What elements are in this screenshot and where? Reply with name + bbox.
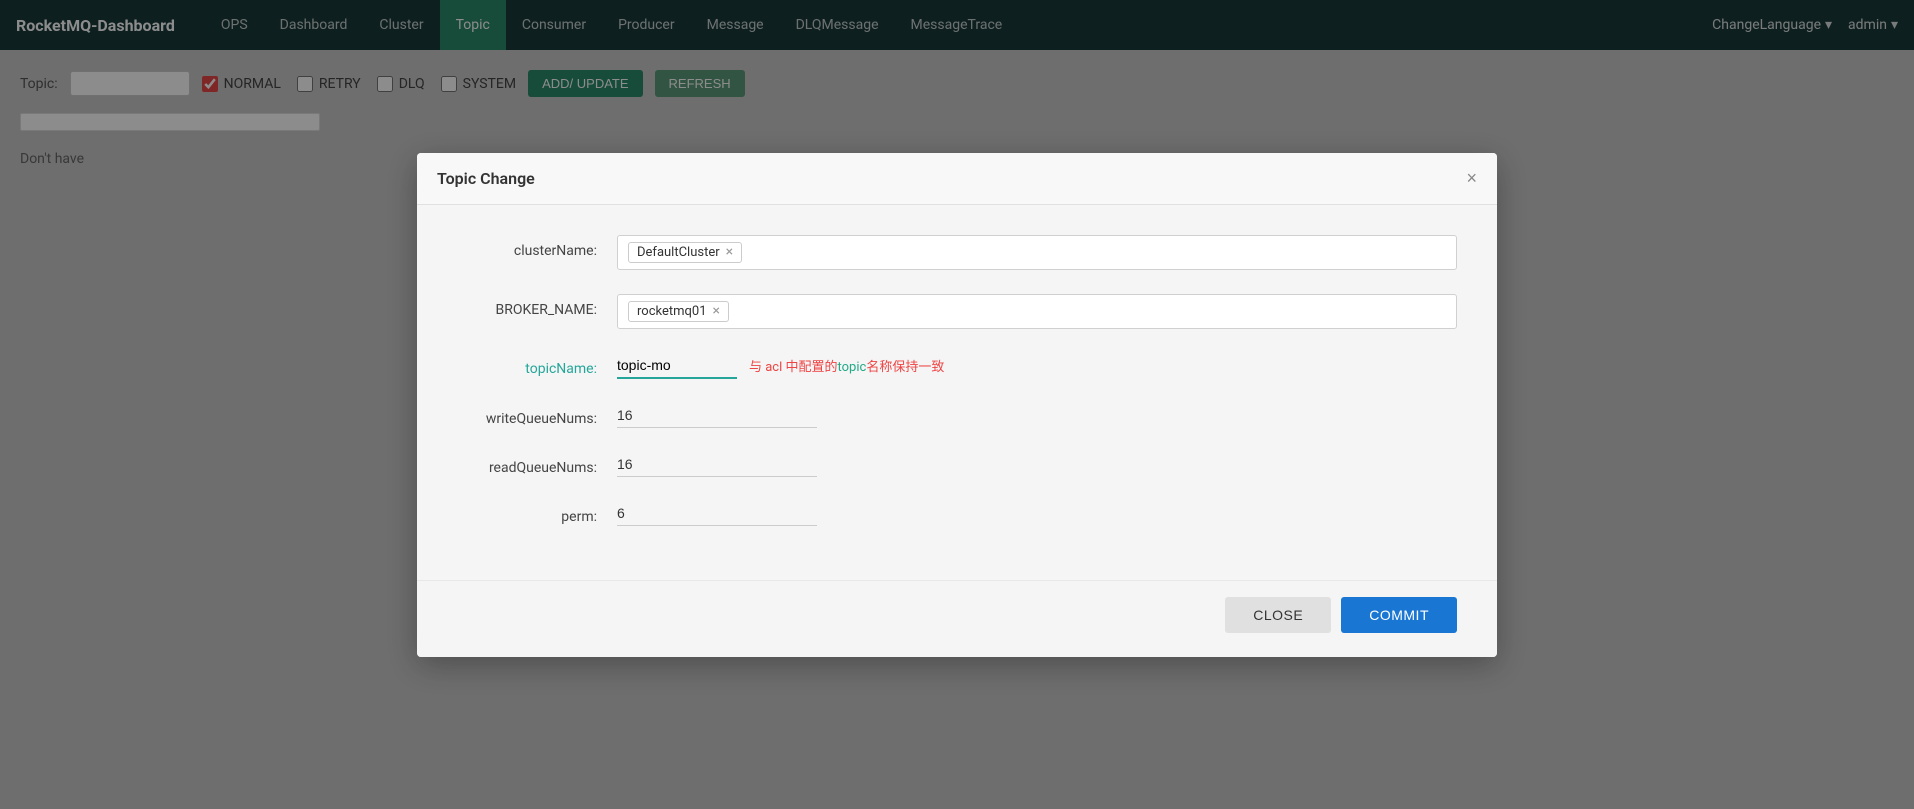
read-queue-input[interactable] — [617, 452, 817, 477]
modal-overlay[interactable]: Topic Change × clusterName: DefaultClust… — [0, 0, 1914, 809]
cluster-name-tag-input[interactable]: DefaultCluster × — [617, 235, 1457, 270]
read-queue-wrap — [617, 452, 1457, 477]
perm-input[interactable] — [617, 501, 817, 526]
modal-header: Topic Change × — [417, 153, 1497, 205]
cluster-name-wrap: DefaultCluster × — [617, 235, 1457, 270]
perm-label: perm: — [457, 501, 617, 525]
topic-name-label: topicName: — [457, 353, 617, 377]
modal-close-x-button[interactable]: × — [1466, 169, 1477, 187]
modal-footer: CLOSE COMMIT — [417, 580, 1497, 657]
write-queue-row: writeQueueNums: — [457, 403, 1457, 428]
close-modal-button[interactable]: CLOSE — [1225, 597, 1331, 633]
cluster-tag-remove[interactable]: × — [726, 245, 733, 259]
modal-title: Topic Change — [437, 169, 535, 188]
topic-name-input-wrap: 与 acl 中配置的topic名称保持一致 — [617, 353, 1457, 379]
broker-name-wrap: rocketmq01 × — [617, 294, 1457, 329]
read-queue-label: readQueueNums: — [457, 452, 617, 476]
write-queue-label: writeQueueNums: — [457, 403, 617, 427]
broker-name-row: BROKER_NAME: rocketmq01 × — [457, 294, 1457, 329]
read-queue-row: readQueueNums: — [457, 452, 1457, 477]
commit-button[interactable]: COMMIT — [1341, 597, 1457, 633]
write-queue-input[interactable] — [617, 403, 817, 428]
broker-tag-remove[interactable]: × — [713, 304, 720, 318]
broker-name-label: BROKER_NAME: — [457, 294, 617, 318]
cluster-name-row: clusterName: DefaultCluster × — [457, 235, 1457, 270]
topic-name-wrap: 与 acl 中配置的topic名称保持一致 — [617, 353, 1457, 379]
modal-body: clusterName: DefaultCluster × BROKER_NAM… — [417, 205, 1497, 580]
topic-name-row: topicName: 与 acl 中配置的topic名称保持一致 — [457, 353, 1457, 379]
broker-name-tag-input[interactable]: rocketmq01 × — [617, 294, 1457, 329]
cluster-tag: DefaultCluster × — [628, 242, 742, 263]
perm-wrap — [617, 501, 1457, 526]
write-queue-wrap — [617, 403, 1457, 428]
topic-name-input[interactable] — [617, 353, 737, 379]
perm-row: perm: — [457, 501, 1457, 526]
broker-tag: rocketmq01 × — [628, 301, 729, 322]
topic-change-modal: Topic Change × clusterName: DefaultClust… — [417, 153, 1497, 657]
cluster-name-label: clusterName: — [457, 235, 617, 259]
topic-name-hint: 与 acl 中配置的topic名称保持一致 — [749, 356, 944, 375]
